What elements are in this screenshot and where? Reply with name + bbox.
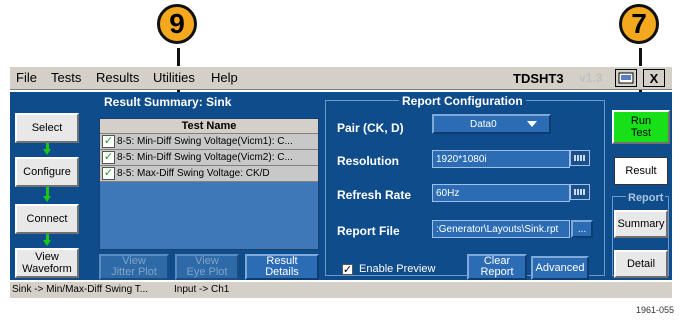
result-summary-title: Result Summary: Sink (104, 95, 232, 109)
report-file-field[interactable]: :Generator\Layouts\Sink.rpt (432, 220, 570, 238)
minimize-window-icon[interactable] (615, 69, 637, 87)
status-bar: Sink -> Min/Max-Diff Swing T... Input ->… (10, 281, 672, 298)
run-test-line1: Run (630, 115, 652, 127)
callout-7: 7 (619, 4, 659, 44)
advanced-button[interactable]: Advanced (531, 256, 589, 280)
view-waveform-line2: Waveform (22, 263, 72, 275)
view-waveform-line1: View (35, 251, 59, 263)
summary-button[interactable]: Summary (614, 210, 668, 238)
run-test-line2: Test (630, 127, 652, 139)
configure-button[interactable]: Configure (15, 157, 79, 187)
resolution-keyboard-icon[interactable] (570, 150, 590, 166)
test-name-cell: 8-5: Max-Diff Swing Voltage: CK/D (117, 168, 270, 179)
result-details-line2: Details (265, 266, 299, 278)
select-button[interactable]: Select (15, 113, 79, 143)
status-input: Input -> Ch1 (174, 284, 230, 295)
status-test-name: Sink -> Min/Max-Diff Swing T... (12, 284, 149, 295)
eye-plot-line2: Eye Plot (186, 266, 228, 278)
menu-tests[interactable]: Tests (51, 70, 81, 85)
test-name-column-header[interactable]: Test Name (100, 119, 318, 134)
pair-dropdown-value: Data0 (470, 118, 497, 130)
result-button[interactable]: Result (614, 157, 668, 185)
jitter-plot-line2: Jitter Plot (111, 266, 157, 278)
refresh-rate-label: Refresh Rate (337, 188, 412, 202)
enable-preview-checkbox[interactable]: ✓ (342, 264, 353, 276)
flow-arrow-icon (43, 240, 51, 246)
pass-check-icon: ✓ (102, 167, 115, 180)
report-file-label: Report File (337, 224, 400, 238)
app-title: TDSHT3 (513, 71, 564, 86)
app-version: v1.3 (579, 71, 603, 85)
resolution-field[interactable]: 1920*1080i (432, 150, 570, 168)
callout-9: 9 (157, 4, 197, 44)
detail-button[interactable]: Detail (614, 250, 668, 278)
result-details-button[interactable]: Result Details (245, 254, 319, 280)
test-name-cell: 8-5: Min-Diff Swing Voltage(Vicm1): C... (117, 136, 293, 147)
report-configuration-title: Report Configuration (399, 94, 526, 108)
figure-number: 1961-055 (636, 305, 675, 315)
menu-help[interactable]: Help (211, 70, 238, 85)
report-group-label: Report (626, 192, 666, 204)
close-button[interactable]: X (643, 69, 665, 87)
flow-arrow-icon (43, 196, 51, 202)
clear-report-line2: Report (480, 266, 514, 278)
table-row[interactable]: ✓ 8-5: Max-Diff Swing Voltage: CK/D (100, 166, 318, 182)
pair-label: Pair (CK, D) (337, 121, 404, 135)
pair-dropdown[interactable]: Data0 (432, 114, 551, 134)
browse-button[interactable]: ... (571, 220, 593, 238)
table-row[interactable]: ✓ 8-5: Min-Diff Swing Voltage(Vicm2): C.… (100, 150, 318, 166)
enable-preview-label: Enable Preview (359, 263, 436, 275)
result-summary-table[interactable]: Test Name ✓ 8-5: Min-Diff Swing Voltage(… (99, 118, 319, 250)
resolution-label: Resolution (337, 154, 399, 168)
chevron-down-icon (527, 121, 537, 127)
view-eye-plot-button[interactable]: View Eye Plot (175, 254, 239, 280)
pass-check-icon: ✓ (102, 151, 115, 164)
table-row[interactable]: ✓ 8-5: Min-Diff Swing Voltage(Vicm1): C.… (100, 134, 318, 150)
run-test-button[interactable]: Run Test (612, 110, 670, 144)
view-jitter-plot-button[interactable]: View Jitter Plot (99, 254, 169, 280)
connect-button[interactable]: Connect (15, 204, 79, 234)
menu-results[interactable]: Results (96, 70, 139, 85)
menu-bar: File Tests Results Utilities Help TDSHT3… (10, 66, 672, 90)
flow-arrow-icon (43, 149, 51, 155)
refresh-rate-keyboard-icon[interactable] (570, 184, 590, 200)
pass-check-icon: ✓ (102, 135, 115, 148)
menu-file[interactable]: File (16, 70, 37, 85)
test-name-cell: 8-5: Min-Diff Swing Voltage(Vicm2): C... (117, 152, 293, 163)
clear-report-button[interactable]: Clear Report (467, 254, 527, 280)
menu-utilities[interactable]: Utilities (153, 70, 195, 85)
refresh-rate-field[interactable]: 60Hz (432, 184, 570, 202)
view-waveform-button[interactable]: View Waveform (15, 248, 79, 278)
